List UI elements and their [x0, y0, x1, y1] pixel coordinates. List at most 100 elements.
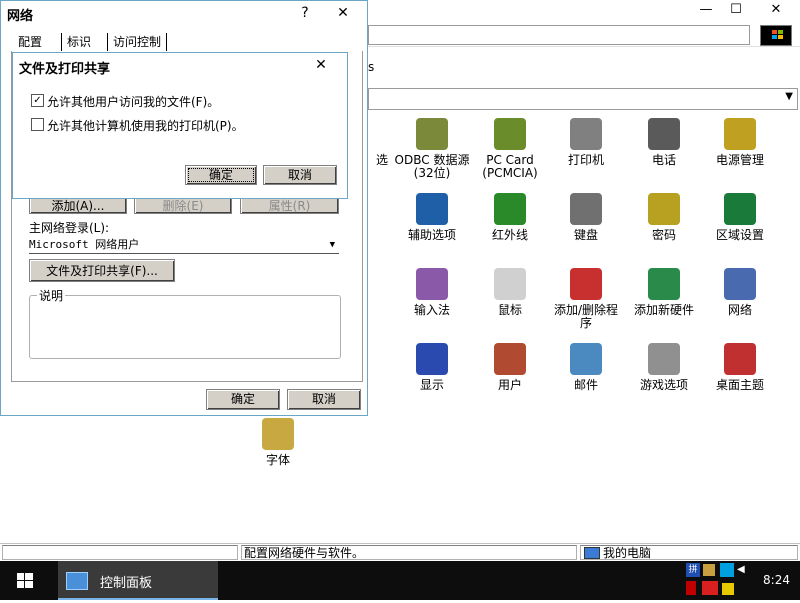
control-panel-item[interactable]: 显示: [394, 343, 470, 392]
control-panel-item-label: 用户: [497, 378, 522, 392]
control-panel-item[interactable]: 区域设置: [702, 193, 778, 242]
accessibility-icon: [416, 193, 448, 225]
passwords-icon: [648, 193, 680, 225]
tray-misc-icon[interactable]: [722, 583, 734, 595]
control-panel-item-label: 电话: [651, 153, 676, 167]
control-panel-item[interactable]: 打印机: [548, 118, 624, 167]
checkbox-checked[interactable]: ✓: [31, 94, 44, 107]
close-window-button[interactable]: ✕: [760, 0, 792, 20]
infrared-icon: [494, 193, 526, 225]
control-panel-icon: [66, 572, 88, 590]
help-button[interactable]: ?: [291, 3, 319, 23]
control-panel-item[interactable]: 红外线: [472, 193, 548, 242]
game-controllers-icon: [648, 343, 680, 375]
add-hardware-icon: [648, 268, 680, 300]
control-panel-item[interactable]: 网络: [702, 268, 778, 317]
clock[interactable]: 8:24: [763, 573, 790, 587]
maximize-button[interactable]: ☐: [720, 0, 752, 20]
control-panel-item[interactable]: 电话: [626, 118, 702, 167]
display-icon: [416, 343, 448, 375]
tray-network-icon[interactable]: [703, 564, 715, 576]
description-label: 说明: [37, 287, 66, 304]
checkbox-unchecked[interactable]: [31, 118, 44, 131]
mouse-icon: [494, 268, 526, 300]
address-combobox[interactable]: ▼: [368, 88, 798, 110]
primary-logon-value: Microsoft 网络用户: [29, 238, 140, 251]
primary-logon-select[interactable]: Microsoft 网络用户 ▼: [29, 237, 339, 254]
sharing-dialog-title: 文件及打印共享: [19, 62, 111, 77]
control-panel-item-label: 打印机: [567, 153, 604, 167]
file-print-sharing-dialog: 文件及打印共享 ✕ ✓ 允许其他用户访问我的文件(F)。 允许其他计算机使用我的…: [12, 52, 348, 199]
control-panel-item[interactable]: 用户: [472, 343, 548, 392]
tray-alert-icon[interactable]: [686, 581, 696, 595]
status-text: 配置网络硬件与软件。: [241, 545, 577, 560]
control-panel-item-label: 添加/删除程 序: [553, 303, 619, 330]
control-panel-item[interactable]: 添加/删除程 序: [548, 268, 624, 330]
control-panel-item[interactable]: 密码: [626, 193, 702, 242]
control-panel-item[interactable]: 输入法: [394, 268, 470, 317]
description-groupbox: [29, 295, 341, 359]
control-panel-item[interactable]: 桌面主题: [702, 343, 778, 392]
control-panel-item[interactable]: 字体: [240, 418, 316, 467]
users-icon: [494, 343, 526, 375]
share-cancel-button[interactable]: 取消: [263, 165, 337, 185]
tray-app-icon[interactable]: [702, 581, 718, 595]
control-panel-item[interactable]: PC Card (PCMCIA): [472, 118, 548, 180]
share-printer-label: 允许其他计算机使用我的打印机(P)。: [47, 119, 244, 133]
control-panel-item-label: ODBC 数据源 (32位): [394, 153, 470, 180]
tab-identification[interactable]: 标识: [61, 33, 96, 51]
control-panel-item[interactable]: 游戏选项: [626, 343, 702, 392]
primary-logon-label: 主网络登录(L):: [29, 221, 110, 235]
control-panel-item-label: 添加新硬件: [633, 303, 694, 317]
file-print-sharing-button[interactable]: 文件及打印共享(F)...: [29, 259, 175, 282]
ok-button[interactable]: 确定: [206, 389, 280, 410]
odbc-icon: [416, 118, 448, 150]
control-panel-item-label: 桌面主题: [715, 378, 764, 392]
dropdown-arrow-icon[interactable]: ▼: [785, 91, 793, 102]
tab-access-control[interactable]: 访问控制: [107, 33, 168, 51]
taskbar-item-control-panel[interactable]: 控制面板: [58, 561, 218, 600]
control-panel-item[interactable]: 键盘: [548, 193, 624, 242]
control-panel-item[interactable]: 邮件: [548, 343, 624, 392]
tab-configuration[interactable]: 配置: [13, 33, 47, 51]
windows-start-icon: [17, 573, 33, 588]
network-icon: [724, 268, 756, 300]
control-panel-item[interactable]: 电源管理: [702, 118, 778, 167]
minimize-button[interactable]: —: [690, 0, 722, 20]
control-panel-item-label: PC Card (PCMCIA): [482, 153, 538, 180]
taskbar: 控制面板 拼 ◀ 8:24: [0, 561, 800, 600]
start-button[interactable]: [0, 561, 52, 600]
control-panel-item-label: 显示: [419, 378, 444, 392]
pc-card-icon: [494, 118, 526, 150]
share-ok-button[interactable]: 确定: [185, 165, 257, 185]
control-panel-item-label: 红外线: [491, 228, 528, 242]
tray-display-icon[interactable]: [720, 563, 734, 577]
control-panel-item-label: 键盘: [573, 228, 598, 242]
control-panel-item[interactable]: 辅助选项: [394, 193, 470, 242]
control-panel-item-label: 辅助选项: [407, 228, 456, 242]
dialog-title: 网络: [7, 9, 34, 24]
control-panel-item[interactable]: 鼠标: [472, 268, 548, 317]
desktop-themes-icon: [724, 343, 756, 375]
ime-icon[interactable]: 拼: [686, 563, 700, 577]
control-panel-item-label: 鼠标: [497, 303, 522, 317]
control-panel-item-label: 字体: [265, 453, 290, 467]
cancel-button[interactable]: 取消: [287, 389, 361, 410]
chevron-down-icon[interactable]: ▼: [330, 237, 335, 253]
regional-settings-icon: [724, 193, 756, 225]
power-management-icon: [724, 118, 756, 150]
mail-icon: [570, 343, 602, 375]
volume-icon[interactable]: ◀: [737, 565, 747, 575]
control-panel-item-label: 密码: [651, 228, 676, 242]
left-fragment: s: [368, 60, 375, 74]
close-icon[interactable]: ✕: [309, 55, 333, 75]
control-panel-item-label: 输入法: [413, 303, 450, 317]
control-panel-item-label: 区域设置: [715, 228, 764, 242]
control-panel-item-label: 电源管理: [715, 153, 764, 167]
address-input[interactable]: [368, 25, 750, 45]
fonts-icon: [262, 418, 294, 450]
close-dialog-button[interactable]: ✕: [329, 3, 357, 23]
control-panel-item-label: 网络: [727, 303, 752, 317]
control-panel-item[interactable]: ODBC 数据源 (32位): [394, 118, 470, 180]
control-panel-item[interactable]: 添加新硬件: [626, 268, 702, 317]
